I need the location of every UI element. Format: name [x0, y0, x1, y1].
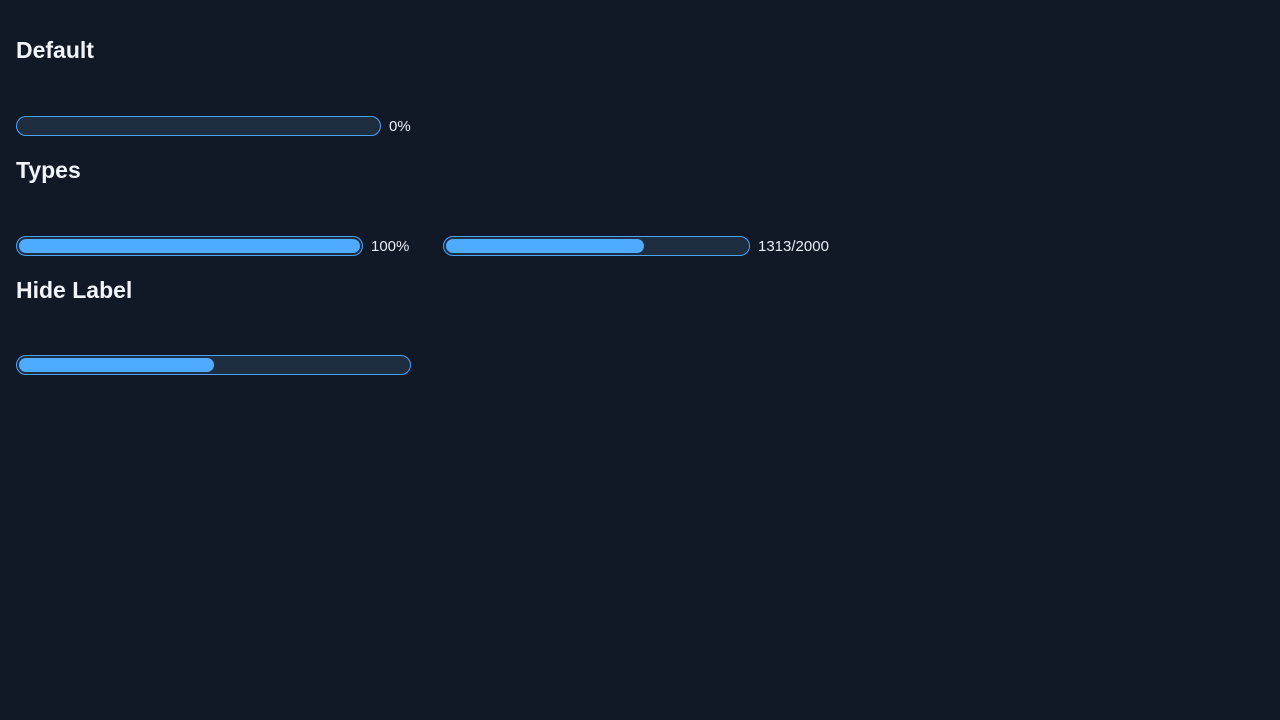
section-title-default: Default — [16, 37, 94, 63]
types-progress-row: 100% — [16, 236, 409, 256]
progress-label: 100% — [371, 237, 410, 255]
section-title-hide-label: Hide Label — [16, 277, 133, 303]
progress-bar-default — [16, 116, 381, 136]
progress-demo-page: Default 0% Types 100% 1313/2000 Hide Lab… — [0, 0, 1280, 720]
progress-fill — [19, 358, 214, 372]
hide-label-progress-row — [16, 355, 411, 375]
section-title-types: Types — [16, 157, 81, 183]
progress-fill — [446, 239, 644, 253]
progress-label: 0% — [389, 117, 411, 135]
progress-bar-hide-label — [16, 355, 411, 375]
default-progress-row: 0% — [16, 116, 411, 136]
progress-bar-percent — [16, 236, 363, 256]
types-progress-row-count: 1313/2000 — [443, 236, 829, 256]
progress-label: 1313/2000 — [758, 237, 829, 255]
progress-bar-count — [443, 236, 750, 256]
progress-fill — [19, 239, 360, 253]
